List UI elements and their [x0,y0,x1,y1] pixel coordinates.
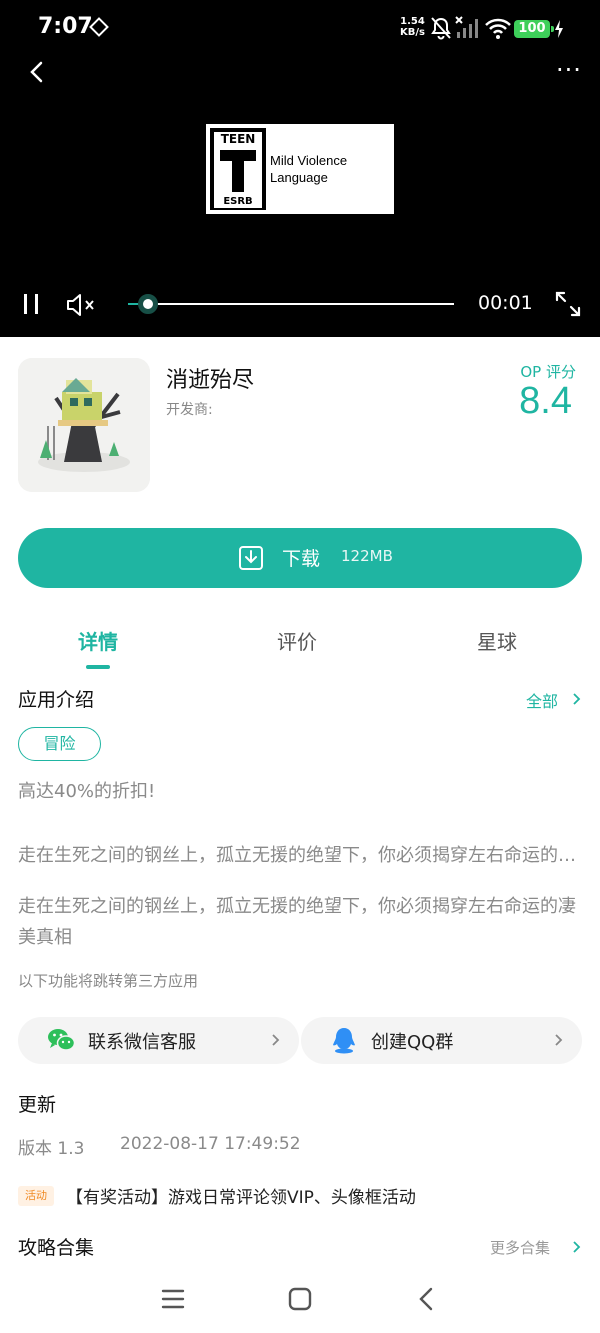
network-speed: 1.54 KB/s [400,16,425,38]
genre-tag[interactable]: 冒险 [18,727,101,761]
wifi-icon [485,18,511,39]
network-speed-value: 1.54 [400,16,425,27]
description-full: 走在生死之间的钢丝上，孤立无援的绝望下，你必须揭穿左右命运的凄美真相 [18,896,576,948]
see-all-label: 全部 [526,692,559,711]
status-time: 7:07 [38,14,93,39]
tab-planet[interactable]: 星球 [447,626,547,655]
video-player[interactable]: 7:07 1.54 KB/s 100 ··· TEEN ESRB Mild Vi… [0,0,600,337]
chevron-right-icon [555,1034,563,1046]
esrb-descriptors: Mild Violence Language [270,152,347,186]
tab-reviews[interactable]: 评价 [247,626,347,655]
download-size: 122MB [341,547,393,565]
esrb-descriptor: Mild Violence [270,153,348,168]
qq-icon [333,1028,355,1054]
app-icon [18,358,150,492]
progress-thumb[interactable] [137,294,158,314]
developer-label: 开发商: [166,402,213,418]
promo-text: 高达40%的折扣! [18,781,156,802]
esrb-rating-badge: TEEN ESRB [210,128,266,210]
tab-indicator [86,665,110,669]
no-signal-icon [455,16,478,38]
more-guides-label: 更多合集 [490,1239,551,1257]
battery-indicator: 100 [514,20,554,38]
download-label: 下载 [282,548,321,570]
guides-title: 攻略合集 [18,1237,95,1259]
description-collapsed: 走在生死之间的钢丝上，孤立无援的绝望下，你必须揭穿左右命运的凄美真相 [18,845,582,866]
esrb-t-letter-icon [220,150,256,192]
download-button[interactable]: 下载 122MB [18,528,582,588]
wechat-icon [48,1029,76,1051]
menu-icon[interactable] [159,1286,187,1312]
app-icon-art [18,358,150,492]
activity-badge: 活动 [18,1186,54,1206]
score-label: OP 评分 [520,363,576,381]
create-qq-group-button[interactable]: 创建QQ群 [301,1017,582,1064]
chevron-right-icon [573,1241,581,1253]
progress-bar[interactable] [128,294,454,314]
esrb-letter-panel [214,146,262,196]
update-title: 更新 [18,1094,57,1116]
tab-bar: 详情 评价 星球 [0,620,600,672]
third-party-note: 以下功能将跳转第三方应用 [18,972,199,990]
activity-text: 【有奖活动】游戏日常评论领VIP、头像框活动 [66,1188,416,1208]
wechat-service-label: 联系微信客服 [88,1032,196,1053]
network-speed-unit: KB/s [400,27,425,38]
tab-details[interactable]: 详情 [48,626,148,655]
wechat-service-button[interactable]: 联系微信客服 [18,1017,299,1064]
esrb-rating-label: TEEN [214,132,262,146]
elapsed-time: 00:01 [478,292,533,314]
back-icon[interactable] [22,58,52,88]
charging-icon [555,20,563,38]
update-date: 2022-08-17 17:49:52 [120,1134,301,1154]
mute-icon[interactable] [66,292,98,318]
system-nav-bar [0,1270,600,1333]
status-bar: 7:07 1.54 KB/s 100 [0,0,600,58]
more-options-icon[interactable]: ··· [556,58,586,84]
pause-icon[interactable] [22,294,40,316]
esrb-descriptor: Language [270,170,328,185]
fullscreen-icon[interactable] [554,290,582,318]
esrb-logo-text: ESRB [214,196,262,208]
chevron-right-icon [272,1034,280,1046]
download-icon [239,546,263,570]
version-label: 版本 1.3 [18,1139,85,1159]
player-controls: 00:01 [0,280,600,330]
qq-group-label: 创建QQ群 [371,1032,454,1053]
intro-title: 应用介绍 [18,689,95,711]
chevron-right-icon [573,693,581,705]
app-name: 消逝殆尽 [166,368,255,393]
esrb-rating-card: TEEN ESRB Mild Violence Language [206,124,394,214]
home-icon[interactable] [286,1286,314,1312]
back-nav-icon[interactable] [414,1286,442,1312]
score-value: 8.4 [519,380,572,422]
bell-off-icon [431,17,451,40]
